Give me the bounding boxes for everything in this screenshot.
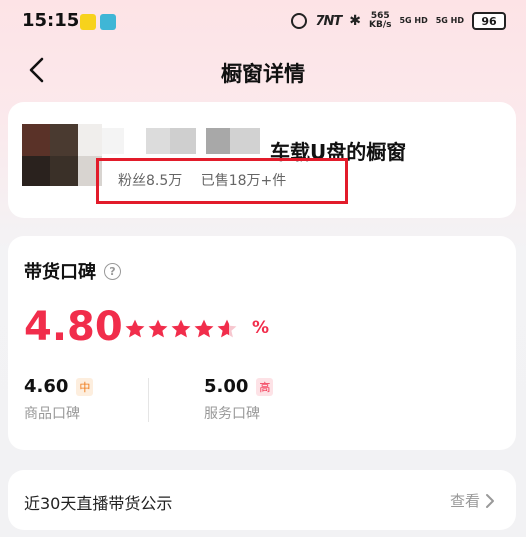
signal-icon-sim2: 5G HD: [435, 16, 464, 25]
battery-icon: 96: [472, 12, 506, 30]
chevron-right-icon: [486, 493, 494, 508]
reputation-score: 4.80: [24, 304, 123, 350]
star-icon: [194, 319, 214, 338]
help-icon[interactable]: ?: [104, 262, 121, 280]
status-bar: 15:15 7NT ✱ 565 KB/s 5G HD 5G HD 96: [0, 0, 526, 44]
service-label: 服务口碑: [204, 406, 260, 422]
star-icon: [148, 319, 168, 338]
star-icon: [217, 319, 237, 338]
alarm-icon: [291, 13, 308, 29]
status-icons: 7NT ✱ 565 KB/s 5G HD 5G HD 96: [291, 12, 506, 30]
product-level-badge: 中: [76, 377, 94, 396]
product-label: 商品口碑: [24, 406, 80, 422]
app-notification-icon-2: [100, 14, 116, 30]
live-disclosure-row[interactable]: 近30天直播带货公示 查看: [8, 470, 516, 530]
divider: [148, 378, 149, 422]
star-icon: [171, 319, 191, 338]
status-time: 15:15: [22, 10, 80, 31]
service-score: 5.00: [204, 376, 249, 397]
star-rating: [124, 318, 238, 340]
nav-bar: 橱窗详情: [0, 48, 526, 94]
nfc-icon: 7NT: [315, 13, 342, 29]
page-title: 橱窗详情: [221, 62, 305, 86]
signal-icon-sim1: 5G HD: [399, 16, 428, 25]
reputation-title: 带货口碑 ?: [24, 258, 121, 284]
network-speed: 565 KB/s: [368, 11, 392, 30]
app-notification-icon: [80, 14, 96, 30]
service-level-badge: 高: [256, 377, 274, 396]
blurred-shop-name: [102, 128, 262, 156]
view-more-link[interactable]: 查看: [450, 490, 496, 511]
product-reputation: 4.60 中 商品口碑: [24, 376, 94, 423]
highlight-box: [96, 158, 348, 204]
reputation-card: 带货口碑 ? 4.80 % 4.60 中 商品口碑 5.00 高 服务口碑: [8, 236, 516, 450]
service-reputation: 5.00 高 服务口碑: [204, 376, 274, 423]
live-disclosure-title: 近30天直播带货公示: [24, 494, 173, 513]
bluetooth-icon: ✱: [349, 13, 361, 29]
reputation-percent: %: [252, 318, 270, 338]
star-icon: [125, 319, 145, 338]
product-score: 4.60: [24, 376, 69, 397]
shop-avatar: [22, 124, 102, 186]
shop-card[interactable]: 车载U盘的橱窗 粉丝8.5万 已售18万+件: [8, 102, 516, 218]
